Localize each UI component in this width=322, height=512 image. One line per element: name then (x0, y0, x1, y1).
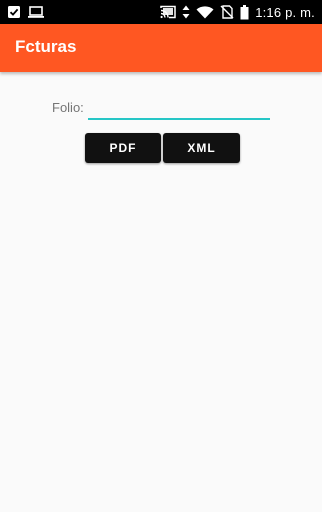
checkbox-notification-icon (7, 5, 21, 19)
pdf-button[interactable]: PDF (85, 133, 161, 163)
data-arrows-icon (182, 5, 190, 19)
battery-icon (240, 4, 249, 20)
status-time: 1:16 p. m. (255, 4, 315, 20)
xml-button[interactable]: XML (163, 133, 240, 163)
status-bar: 1:16 p. m. (0, 0, 322, 24)
status-bar-left (7, 4, 45, 20)
app-screen: 1:16 p. m. Fcturas Folio: PDF XML (0, 0, 322, 512)
cast-icon (160, 5, 176, 19)
folio-input[interactable] (88, 96, 270, 120)
app-title: Fcturas (15, 37, 77, 56)
no-sim-icon (220, 5, 234, 19)
status-bar-right: 1:16 p. m. (160, 3, 315, 21)
folio-label: Folio: (52, 100, 84, 115)
app-bar: Fcturas (0, 24, 322, 72)
laptop-icon (27, 5, 45, 19)
wifi-icon (196, 5, 214, 19)
